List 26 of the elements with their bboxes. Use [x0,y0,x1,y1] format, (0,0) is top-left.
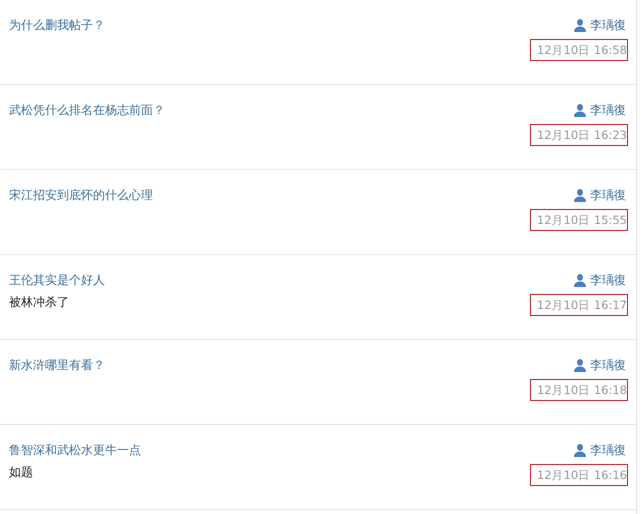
post-excerpt: 如题 [9,464,34,480]
user-icon [574,104,586,116]
user-icon [574,274,586,286]
author-name[interactable]: 李瑀復 [590,102,626,118]
post-excerpt: 被林冲杀了 [9,294,70,310]
post-time: 12月10日 16:58 [530,39,628,61]
user-icon [574,188,586,202]
author-name[interactable]: 李瑀復 [590,442,626,458]
post-title[interactable]: 王伦其实是个好人 [9,272,105,288]
author-name[interactable]: 李瑀復 [590,17,626,33]
post-title[interactable]: 武松凭什么排名在杨志前面？ [9,102,165,118]
post-time: 12月10日 16:17 [530,294,628,316]
user-icon [574,358,586,372]
post-title[interactable]: 宋江招安到底怀的什么心理 [9,187,153,203]
author-name[interactable]: 李瑀復 [590,272,626,288]
author-name[interactable]: 李瑀復 [590,187,626,203]
post-time: 12月10日 16:18 [530,379,628,401]
author-name[interactable]: 李瑀復 [590,357,626,373]
post-title[interactable]: 为什么删我帖子？ [9,17,105,33]
user-icon [574,18,586,32]
post-title[interactable]: 新水浒哪里有看？ [9,357,105,373]
post-time: 12月10日 16:16 [530,464,628,486]
user-icon [574,444,586,456]
post-title[interactable]: 鲁智深和武松水更牛一点 [9,442,141,458]
post-time: 12月10日 15:55 [530,209,628,231]
post-time: 12月10日 16:23 [530,124,628,146]
